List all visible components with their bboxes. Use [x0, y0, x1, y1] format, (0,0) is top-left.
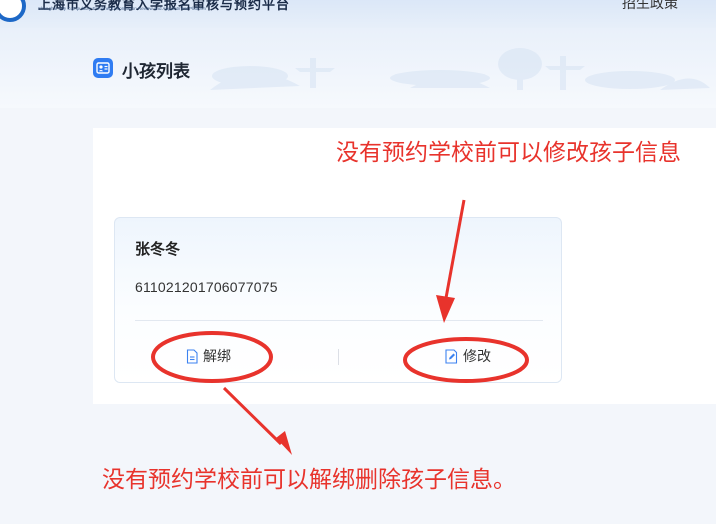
platform-subtitle: Shanghai City Compulsory Enrolment Infor…	[38, 6, 206, 11]
annotation-unbind-note: 没有预约学校前可以解绑删除孩子信息。	[102, 467, 516, 493]
platform-logo	[0, 0, 26, 22]
child-id-number: 611021201706077075	[135, 279, 278, 295]
child-name: 张冬冬	[135, 240, 181, 258]
top-header: 上海市义务教育入学报名审核与预约平台 Shanghai City Compuls…	[0, 0, 716, 28]
top-nav-link[interactable]: 招生政策	[622, 0, 678, 13]
unbind-button[interactable]: 解绑	[185, 344, 231, 368]
edit-button[interactable]: 修改	[444, 344, 491, 368]
child-card: 张冬冬 611021201706077075 解绑 修改	[114, 217, 562, 383]
annotation-edit-note: 没有预约学校前可以修改孩子信息	[336, 140, 681, 166]
edit-document-icon	[445, 348, 458, 364]
edit-label: 修改	[463, 349, 491, 365]
page-title: 小孩列表	[122, 62, 190, 82]
unbind-label: 解绑	[203, 349, 231, 365]
document-icon	[186, 348, 198, 364]
action-separator	[338, 349, 339, 365]
city-skyline-decoration	[210, 48, 710, 90]
contact-card-icon	[93, 58, 113, 78]
card-divider	[135, 320, 543, 321]
